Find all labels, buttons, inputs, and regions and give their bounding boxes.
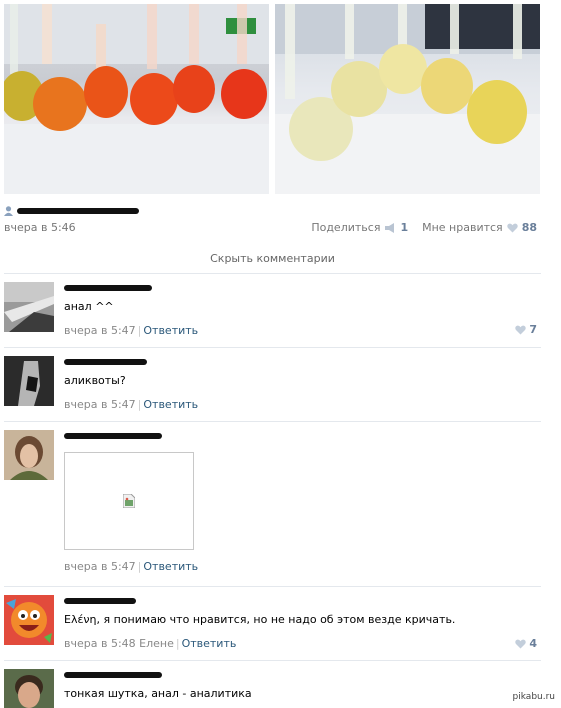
author-name-redacted <box>17 208 139 214</box>
reply-link[interactable]: Ответить <box>143 560 198 573</box>
heart-icon[interactable] <box>506 223 518 233</box>
heart-icon <box>515 639 527 648</box>
comment-like[interactable]: 4 <box>515 637 537 650</box>
comment-text: Ελένη, я понимаю что нравится, но не над… <box>64 613 456 626</box>
broken-image-icon <box>123 494 135 508</box>
commenter-name-redacted[interactable] <box>64 285 152 291</box>
user-icon <box>4 206 13 216</box>
divider <box>4 347 541 348</box>
like-count: 88 <box>521 221 537 234</box>
commenter-name-redacted[interactable] <box>64 433 162 439</box>
share-label[interactable]: Поделиться <box>311 221 380 234</box>
like-label[interactable]: Мне нравится <box>422 221 503 234</box>
divider <box>4 421 541 422</box>
photo-yellow-flasks[interactable] <box>275 4 540 194</box>
comment-text: аликвоты? <box>64 374 126 387</box>
comment-image[interactable] <box>64 452 194 550</box>
avatar[interactable] <box>4 595 54 645</box>
avatar[interactable] <box>4 356 54 406</box>
commenter-name-redacted[interactable] <box>64 672 162 678</box>
comment-like[interactable]: 7 <box>515 323 537 336</box>
divider <box>4 660 541 661</box>
comment-date[interactable]: вчера в 5:47 <box>64 398 136 411</box>
reply-link[interactable]: Ответить <box>182 637 237 650</box>
comment: аликвоты? вчера в 5:47 | Ответить <box>4 356 541 416</box>
avatar[interactable] <box>4 430 54 480</box>
commenter-name-redacted[interactable] <box>64 359 147 365</box>
comment-date[interactable]: вчера в 5:47 <box>64 324 136 337</box>
post-author[interactable] <box>4 204 139 218</box>
comment-text: тонкая шутка, анал - аналитика <box>64 687 252 700</box>
comment: анал ^^ вчера в 5:47 | Ответить 7 <box>4 282 541 342</box>
comment-text: анал ^^ <box>64 300 114 313</box>
post-photos <box>4 4 540 194</box>
share-count: 1 <box>400 221 409 234</box>
divider <box>4 273 541 274</box>
avatar[interactable] <box>4 669 54 708</box>
reply-link[interactable]: Ответить <box>143 398 198 411</box>
comment-like-count: 4 <box>529 637 537 650</box>
post-meta: вчера в 5:46 Поделиться 1 Мне нравится 8… <box>4 221 537 235</box>
comment: вчера в 5:47 | Ответить <box>4 430 541 580</box>
avatar[interactable] <box>4 282 54 332</box>
hide-comments-link[interactable]: Скрыть комментарии <box>0 252 545 265</box>
reply-link[interactable]: Ответить <box>143 324 198 337</box>
heart-icon <box>515 325 527 334</box>
photo-orange-flasks[interactable] <box>4 4 269 194</box>
divider <box>4 586 541 587</box>
comment: тонкая шутка, анал - аналитика <box>4 669 541 708</box>
comment-like-count: 7 <box>529 323 537 336</box>
commenter-name-redacted[interactable] <box>64 598 136 604</box>
post-date[interactable]: вчера в 5:46 <box>4 221 76 234</box>
megaphone-icon[interactable] <box>384 222 396 233</box>
comment-date[interactable]: вчера в 5:48 Елене <box>64 637 174 650</box>
comment: Ελένη, я понимаю что нравится, но не над… <box>4 595 541 655</box>
watermark: pikabu.ru <box>512 692 555 702</box>
comment-date[interactable]: вчера в 5:47 <box>64 560 136 573</box>
